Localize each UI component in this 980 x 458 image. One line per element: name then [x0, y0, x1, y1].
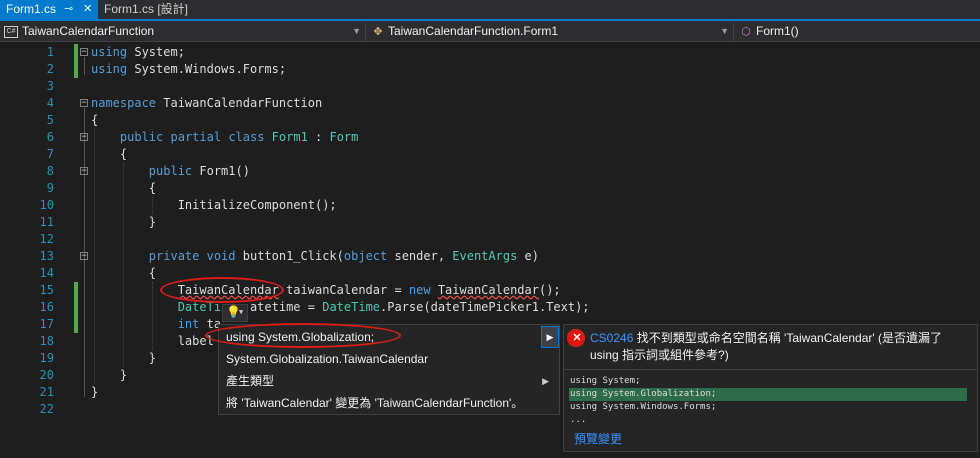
- line-number: 18: [39, 334, 54, 348]
- line-number: 15: [39, 283, 54, 297]
- code-line-14: {: [91, 266, 157, 280]
- menu-item-label: 將 'TaiwanCalendar' 變更為 'TaiwanCalendarFu…: [226, 396, 524, 410]
- annotation-ellipse: [205, 323, 401, 348]
- code-line-18: label: [91, 334, 214, 348]
- line-number: 12: [39, 232, 54, 246]
- code-line-11: }: [91, 215, 157, 229]
- line-number: 10: [39, 198, 54, 212]
- change-indicator: [74, 282, 78, 333]
- error-code-link[interactable]: CS0246: [590, 331, 633, 345]
- menu-item-label: System.Globalization.TaiwanCalendar: [226, 352, 429, 366]
- code-line-9: {: [91, 181, 157, 195]
- line-number: 4: [46, 96, 54, 110]
- csharp-project-icon: C#: [4, 25, 18, 38]
- class-icon: ✥: [373, 25, 383, 38]
- menu-item-fully-qualify[interactable]: System.Globalization.TaiwanCalendar: [219, 348, 559, 370]
- tab-form1-designer[interactable]: Form1.cs [設計]: [98, 0, 198, 19]
- expand-arrow-icon[interactable]: ▶: [541, 326, 559, 348]
- document-tab-strip: Form1.cs ⊸ ✕ Form1.cs [設計]: [0, 0, 980, 21]
- preview-code-line: using System.Windows.Forms;: [570, 402, 717, 412]
- code-line-16: DateTi atetime = DateTime.Parse(dateTime…: [177, 300, 590, 314]
- type-label: TaiwanCalendarFunction.Form1: [388, 24, 559, 38]
- line-number: 16: [39, 300, 54, 314]
- code-line-7: {: [91, 147, 128, 161]
- change-indicator: [74, 44, 78, 78]
- collapse-icon[interactable]: −: [80, 167, 88, 176]
- error-description: CS0246 找不到類型或命名空間名稱 'TaiwanCalendar' (是否…: [590, 330, 970, 364]
- line-number: 2: [46, 62, 54, 76]
- line-number: 11: [39, 215, 54, 229]
- line-number: 22: [39, 402, 54, 416]
- line-number: 19: [39, 351, 54, 365]
- menu-item-generate-type[interactable]: 產生類型 ▶: [219, 370, 559, 392]
- code-line-6: public partial class Form1 : Form: [119, 130, 359, 144]
- line-number: 20: [39, 368, 54, 382]
- code-line-4: namespace TaiwanCalendarFunction: [91, 96, 323, 110]
- preview-changes-panel: ✕ CS0246 找不到類型或命名空間名稱 'TaiwanCalendar' (…: [563, 324, 978, 452]
- project-label: TaiwanCalendarFunction: [22, 24, 155, 38]
- lightbulb-quick-actions-button[interactable]: 💡 ▼: [222, 304, 248, 322]
- line-number: 1: [46, 45, 54, 59]
- line-number: 5: [46, 113, 54, 127]
- code-line-1: using System;: [91, 45, 185, 59]
- code-line-10: InitializeComponent();: [91, 198, 337, 212]
- error-message: 找不到類型或命名空間名稱 'TaiwanCalendar' (是否遺漏了 usi…: [590, 331, 943, 362]
- member-label: Form1(): [756, 24, 799, 38]
- menu-item-rename[interactable]: 將 'TaiwanCalendar' 變更為 'TaiwanCalendarFu…: [219, 392, 559, 414]
- code-line-13: private void button1_Click(object sender…: [148, 249, 539, 263]
- collapse-icon[interactable]: −: [80, 133, 88, 142]
- preview-code-line-added: using System.Globalization;: [569, 388, 967, 401]
- collapse-icon[interactable]: −: [80, 48, 88, 57]
- annotation-ellipse: [160, 277, 284, 303]
- line-number: 3: [46, 79, 54, 93]
- preview-code: using System; using System.Globalization…: [564, 369, 977, 427]
- chevron-down-icon: ▼: [352, 26, 361, 36]
- fold-line: [84, 57, 85, 75]
- tab-label: Form1.cs: [6, 2, 57, 16]
- pin-icon[interactable]: ⊸: [64, 0, 73, 19]
- preview-code-line: using System;: [570, 376, 641, 386]
- code-line-20: }: [91, 368, 128, 382]
- menu-item-label: 產生類型: [226, 374, 275, 388]
- member-dropdown[interactable]: ⬡ Form1(): [736, 22, 980, 41]
- line-number: 21: [39, 385, 54, 399]
- navigation-bar: C# TaiwanCalendarFunction ▼ ✥ TaiwanCalend…: [0, 21, 980, 42]
- preview-changes-link[interactable]: 預覽變更: [574, 430, 622, 447]
- preview-code-line: ...: [570, 415, 587, 425]
- line-number: 14: [39, 266, 54, 280]
- method-icon: ⬡: [741, 25, 751, 38]
- code-line-17: int ta: [177, 317, 222, 331]
- code-line-19: }: [91, 351, 157, 365]
- code-line-8: public Form1(): [148, 164, 250, 178]
- annotation-ellipse: [567, 329, 585, 347]
- code-line-21: }: [91, 385, 99, 399]
- line-number: 17: [39, 317, 54, 331]
- code-line-2: using System.Windows.Forms;: [91, 62, 287, 76]
- line-number: 8: [46, 164, 54, 178]
- type-dropdown[interactable]: ✥ TaiwanCalendarFunction.Form1 ▼: [368, 22, 734, 41]
- line-number: 13: [39, 249, 54, 263]
- collapse-icon[interactable]: −: [80, 99, 88, 108]
- collapse-icon[interactable]: −: [80, 252, 88, 261]
- chevron-right-icon: ▶: [542, 376, 549, 386]
- chevron-down-icon: ▼: [239, 308, 244, 316]
- close-icon[interactable]: ✕: [83, 0, 92, 19]
- line-number: 7: [46, 147, 54, 161]
- line-number: 9: [46, 181, 54, 195]
- tab-form1-cs[interactable]: Form1.cs ⊸ ✕: [0, 0, 98, 19]
- tab-label: Form1.cs [設計]: [104, 2, 189, 16]
- code-line-5: {: [91, 113, 99, 127]
- line-number: 6: [46, 130, 54, 144]
- project-dropdown[interactable]: C# TaiwanCalendarFunction ▼: [0, 22, 366, 41]
- chevron-down-icon: ▼: [720, 26, 729, 36]
